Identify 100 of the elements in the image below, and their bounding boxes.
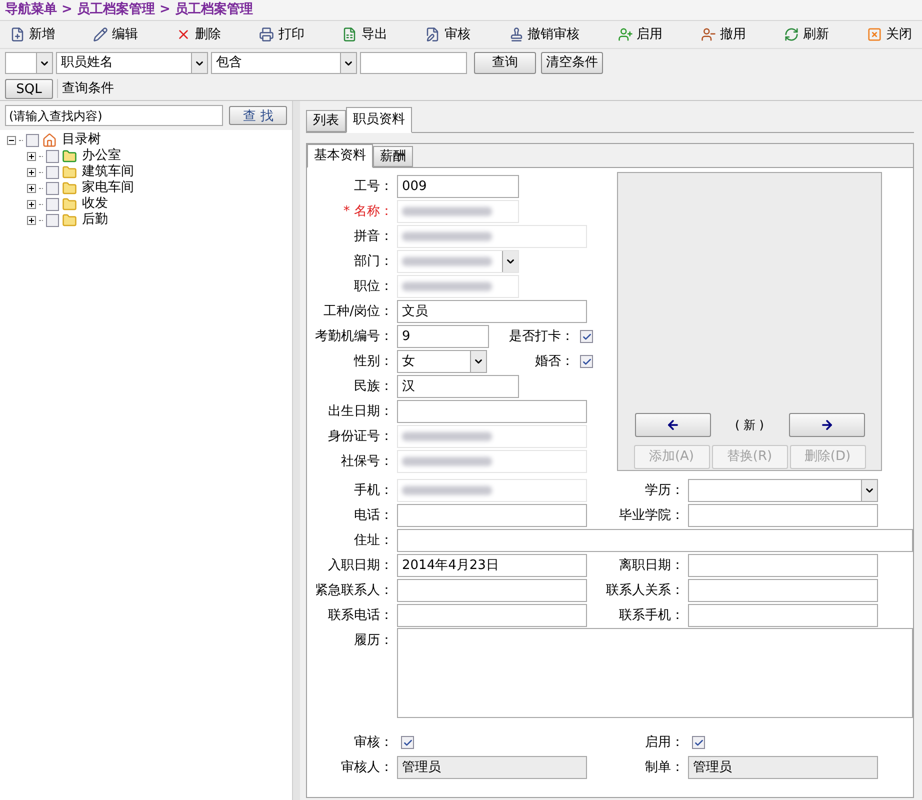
arrow-left-icon bbox=[666, 418, 680, 432]
expander-icon[interactable] bbox=[27, 216, 36, 224]
input-field[interactable] bbox=[397, 579, 587, 602]
readonly-field[interactable]: 管理员 bbox=[688, 756, 878, 779]
tab[interactable]: 列表 bbox=[306, 110, 346, 132]
toolbar-button[interactable]: 关闭 bbox=[866, 24, 912, 44]
new-file-icon bbox=[10, 27, 25, 42]
field-label: 审核： bbox=[353, 734, 394, 752]
previous-button[interactable] bbox=[634, 413, 710, 437]
tree-item[interactable]: 后勤 bbox=[82, 210, 108, 230]
expander-icon[interactable] bbox=[27, 168, 36, 176]
dropdown-field[interactable] bbox=[688, 479, 878, 502]
input-field[interactable] bbox=[397, 504, 587, 527]
field-label: 联系手机： bbox=[618, 606, 685, 625]
field-label: 婚否： bbox=[535, 352, 574, 371]
breadcrumb: 导航菜单 > 员工档案管理 > 员工档案管理 bbox=[5, 0, 253, 20]
input-field[interactable]: 2014年4月23日 bbox=[397, 554, 587, 577]
expander-icon[interactable] bbox=[27, 152, 36, 160]
tree-item[interactable]: 家电车间 bbox=[82, 178, 134, 198]
input-field[interactable] bbox=[397, 604, 587, 627]
toolbar-button[interactable]: 编辑 bbox=[93, 24, 138, 44]
tree-item[interactable]: 目录树 bbox=[62, 130, 101, 150]
toolbar-button[interactable]: 打印 bbox=[259, 24, 304, 44]
dropdown-field[interactable]: 女 bbox=[397, 350, 487, 373]
splitter-bar[interactable] bbox=[292, 101, 300, 800]
field-label: 住址： bbox=[353, 532, 394, 550]
checkbox[interactable] bbox=[46, 214, 59, 226]
checkbox[interactable] bbox=[580, 330, 593, 343]
document-pen-icon bbox=[425, 27, 440, 42]
checkbox[interactable] bbox=[580, 355, 593, 368]
field-label: 性别： bbox=[352, 352, 394, 371]
input-field[interactable]: 009 bbox=[397, 175, 519, 198]
tab[interactable]: 职员资料 bbox=[346, 107, 412, 133]
readonly-field[interactable]: 管理员 bbox=[397, 756, 587, 779]
input-field[interactable] bbox=[688, 554, 878, 577]
dropdown-field[interactable] bbox=[5, 52, 53, 74]
toolbar-button[interactable]: 启用 bbox=[618, 24, 663, 44]
field-label: 部门： bbox=[353, 252, 394, 271]
input-field[interactable] bbox=[688, 504, 878, 527]
input-field[interactable]: 文员 bbox=[397, 300, 587, 323]
field-label: 社保号： bbox=[340, 452, 394, 471]
dropdown-field[interactable]: 职员姓名 bbox=[56, 52, 208, 74]
checkbox[interactable] bbox=[46, 198, 59, 210]
textarea-field[interactable] bbox=[397, 628, 913, 718]
toolbar-button[interactable]: 删除 bbox=[176, 24, 222, 44]
field-label: 履历： bbox=[353, 632, 394, 650]
field-label: 出生日期： bbox=[327, 402, 394, 421]
next-button[interactable] bbox=[788, 413, 864, 437]
checkbox[interactable] bbox=[26, 134, 39, 146]
field-label: 联系人关系： bbox=[605, 582, 685, 600]
input-field[interactable] bbox=[397, 529, 913, 552]
tab[interactable]: 薪酬 bbox=[373, 146, 413, 167]
field-label: 离职日期： bbox=[618, 556, 685, 575]
expander-icon[interactable] bbox=[27, 184, 36, 192]
checkbox[interactable] bbox=[692, 736, 705, 749]
clear-button[interactable]: 清空条件 bbox=[541, 52, 603, 74]
close-icon bbox=[866, 27, 882, 42]
expander-icon[interactable] bbox=[7, 136, 16, 144]
input-field[interactable]: 9 bbox=[397, 325, 489, 348]
tab[interactable]: 基本资料 bbox=[307, 144, 373, 168]
toolbar-button[interactable]: 审核 bbox=[425, 24, 470, 44]
field-label: 启用： bbox=[644, 734, 685, 752]
find-button[interactable]: 查 找 bbox=[229, 106, 287, 125]
toolbar-button[interactable]: 撤用 bbox=[700, 24, 746, 44]
toolbar-button[interactable]: 撤销审核 bbox=[508, 24, 580, 44]
checkbox[interactable] bbox=[401, 736, 414, 749]
search-button[interactable]: 查询 bbox=[474, 52, 536, 74]
refresh-icon bbox=[784, 27, 799, 42]
toolbar-button[interactable]: 刷新 bbox=[784, 24, 829, 44]
field-label: 入职日期： bbox=[327, 556, 394, 575]
search-field[interactable]: (请输入查找内容) bbox=[5, 105, 224, 126]
user-plus-icon bbox=[618, 27, 633, 42]
field-label: 身份证号： bbox=[327, 428, 394, 446]
expander-icon[interactable] bbox=[27, 200, 36, 208]
input-field[interactable] bbox=[688, 604, 878, 627]
stamp-icon bbox=[508, 27, 524, 42]
checkbox[interactable] bbox=[46, 182, 59, 194]
field-label: 毕业学院： bbox=[618, 506, 685, 525]
input-field[interactable] bbox=[688, 579, 878, 602]
checkbox[interactable] bbox=[46, 166, 59, 178]
input-field[interactable] bbox=[397, 400, 587, 423]
checkbox[interactable] bbox=[46, 150, 59, 162]
printer-icon bbox=[259, 27, 274, 42]
field-label: * 名称： bbox=[342, 202, 394, 221]
field-label: 工种/岗位： bbox=[322, 302, 394, 321]
query-condition-label: 查询条件 bbox=[57, 78, 917, 98]
field-label: 学历： bbox=[644, 482, 685, 500]
field-label: 职位： bbox=[353, 278, 394, 296]
field-label: 工号： bbox=[353, 178, 394, 196]
photo-caption: ( 新 ) bbox=[734, 417, 765, 434]
dropdown-field[interactable]: 包含 bbox=[211, 52, 357, 74]
toolbar-button[interactable]: 导出 bbox=[342, 24, 388, 44]
field-label: 紧急联系人： bbox=[314, 582, 394, 600]
field-label: 联系电话： bbox=[327, 606, 394, 625]
input-field[interactable] bbox=[360, 52, 467, 74]
input-field[interactable]: 汉 bbox=[397, 375, 519, 398]
field-label: 考勤机编号： bbox=[314, 328, 394, 346]
field-label: 制单： bbox=[644, 758, 685, 777]
toolbar-button[interactable]: 新增 bbox=[10, 24, 55, 44]
sql-button[interactable]: SQL bbox=[5, 78, 53, 98]
